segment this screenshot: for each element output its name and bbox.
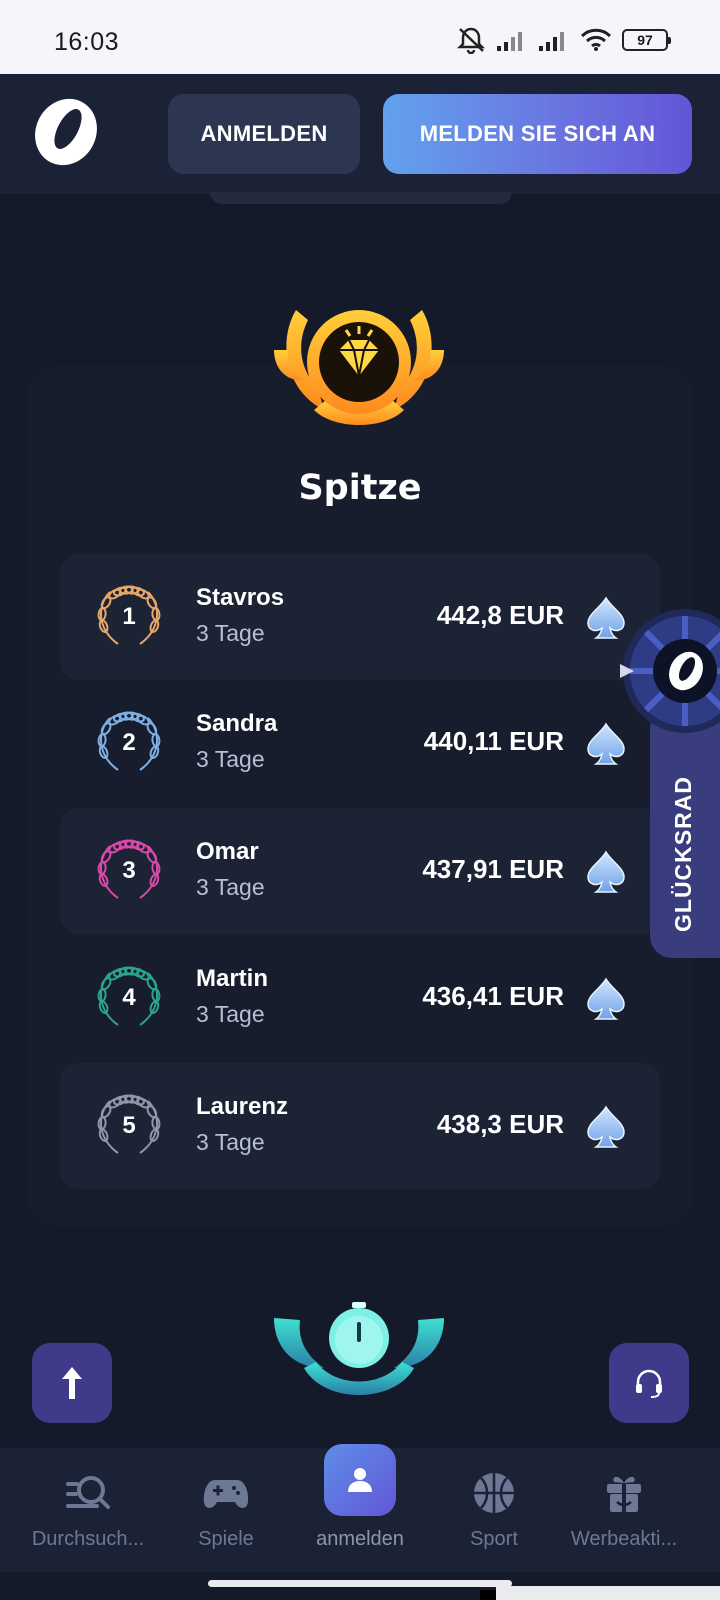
rank-number: 2 <box>122 729 136 756</box>
brand-logo[interactable] <box>28 96 100 168</box>
home-indicator[interactable] <box>208 1580 512 1587</box>
winnings-amount: 437,91 EUR <box>422 854 564 884</box>
rank-number: 4 <box>122 984 136 1011</box>
winnings-amount: 440,11 EUR <box>423 726 564 756</box>
nav-label: Durchsuch... <box>31 1528 145 1550</box>
rank-number: 3 <box>122 857 136 884</box>
leaderboard-row: 5 Laurenz 3 Tage 438,3 EUR <box>60 1063 660 1189</box>
bottom-navigation: Durchsuch... Spiele anmelden Sport Werbe… <box>0 1444 720 1572</box>
mute-icon <box>456 27 486 54</box>
signal-icon <box>497 32 522 51</box>
wheel-label: GLÜCKSRAD <box>670 776 696 932</box>
winnings-amount: 438,3 EUR <box>436 1109 564 1139</box>
player-name: Omar <box>196 838 259 865</box>
system-overlay-edge <box>480 1590 496 1600</box>
arrow-up-icon <box>62 1367 82 1399</box>
wheel-of-fortune-tab[interactable]: GLÜCKSRAD <box>650 706 720 958</box>
winnings-amount: 436,41 EUR <box>422 981 564 1011</box>
leaderboard-row: 4 Martin 3 Tage 436,41 EUR <box>60 935 660 1061</box>
wheel-icon[interactable] <box>620 606 720 736</box>
app-header: ANMELDEN MELDEN SIE SICH AN <box>0 74 720 194</box>
player-duration: 3 Tage <box>196 1001 265 1027</box>
diamond-trophy-icon <box>274 310 444 425</box>
nav-label: Sport <box>470 1528 518 1550</box>
wifi-icon <box>580 28 612 51</box>
player-name: Martin <box>196 965 268 992</box>
nav-item-promotions[interactable]: Werbeakti... <box>552 1448 696 1572</box>
nav-item-account[interactable]: anmelden <box>288 1444 432 1572</box>
nav-label: anmelden <box>316 1528 404 1550</box>
support-button[interactable] <box>609 1343 689 1423</box>
player-duration: 3 Tage <box>196 746 265 772</box>
winnings-amount: 442,8 EUR <box>436 600 564 630</box>
player-duration: 3 Tage <box>196 874 265 900</box>
leaderboard-title: Spitze <box>298 468 422 508</box>
player-name: Stavros <box>196 584 285 611</box>
system-overlay <box>496 1586 720 1600</box>
system-home-bar <box>0 1572 720 1600</box>
status-time: 16:03 <box>54 28 120 56</box>
nav-label: Werbeakti... <box>570 1528 678 1550</box>
nav-item-search[interactable]: Durchsuch... <box>16 1448 160 1572</box>
leaderboard-row: 2 Sandra 3 Tage 440,11 EUR <box>60 680 660 806</box>
player-duration: 3 Tage <box>196 620 265 646</box>
player-name: Laurenz <box>196 1093 289 1120</box>
rank-number: 5 <box>122 1112 136 1139</box>
nav-item-games[interactable]: Spiele <box>154 1448 298 1572</box>
gift-icon <box>607 1476 641 1512</box>
spade-icon <box>587 850 625 893</box>
user-icon <box>348 1468 372 1492</box>
register-button[interactable]: MELDEN SIE SICH AN <box>383 94 692 174</box>
nav-item-sport[interactable]: Sport <box>422 1448 566 1572</box>
nav-label: Spiele <box>198 1528 254 1550</box>
search-icon <box>66 1476 110 1509</box>
leaderboard-row: 1 Stavros 3 Tage 442,8 EUR <box>60 554 660 680</box>
battery-icon: 97 <box>622 29 671 51</box>
status-icons: 97 <box>456 26 671 54</box>
scroll-to-top-button[interactable] <box>32 1343 112 1423</box>
player-duration: 3 Tage <box>196 1129 265 1155</box>
account-bubble <box>324 1444 396 1516</box>
spade-icon <box>587 977 625 1020</box>
leaderboard-row: 3 Omar 3 Tage 437,91 EUR <box>60 808 660 934</box>
spade-icon <box>587 1105 625 1148</box>
timer-trophy-icon <box>274 1302 444 1395</box>
gamepad-icon <box>203 1480 249 1508</box>
headset-icon <box>636 1369 662 1398</box>
signal-icon <box>539 32 564 51</box>
rank-number: 1 <box>122 603 136 630</box>
header-tab-edge <box>210 192 512 204</box>
status-bar: 16:03 97 <box>0 0 720 74</box>
login-button[interactable]: ANMELDEN <box>168 94 360 174</box>
player-name: Sandra <box>196 710 278 737</box>
basketball-icon <box>474 1473 514 1513</box>
